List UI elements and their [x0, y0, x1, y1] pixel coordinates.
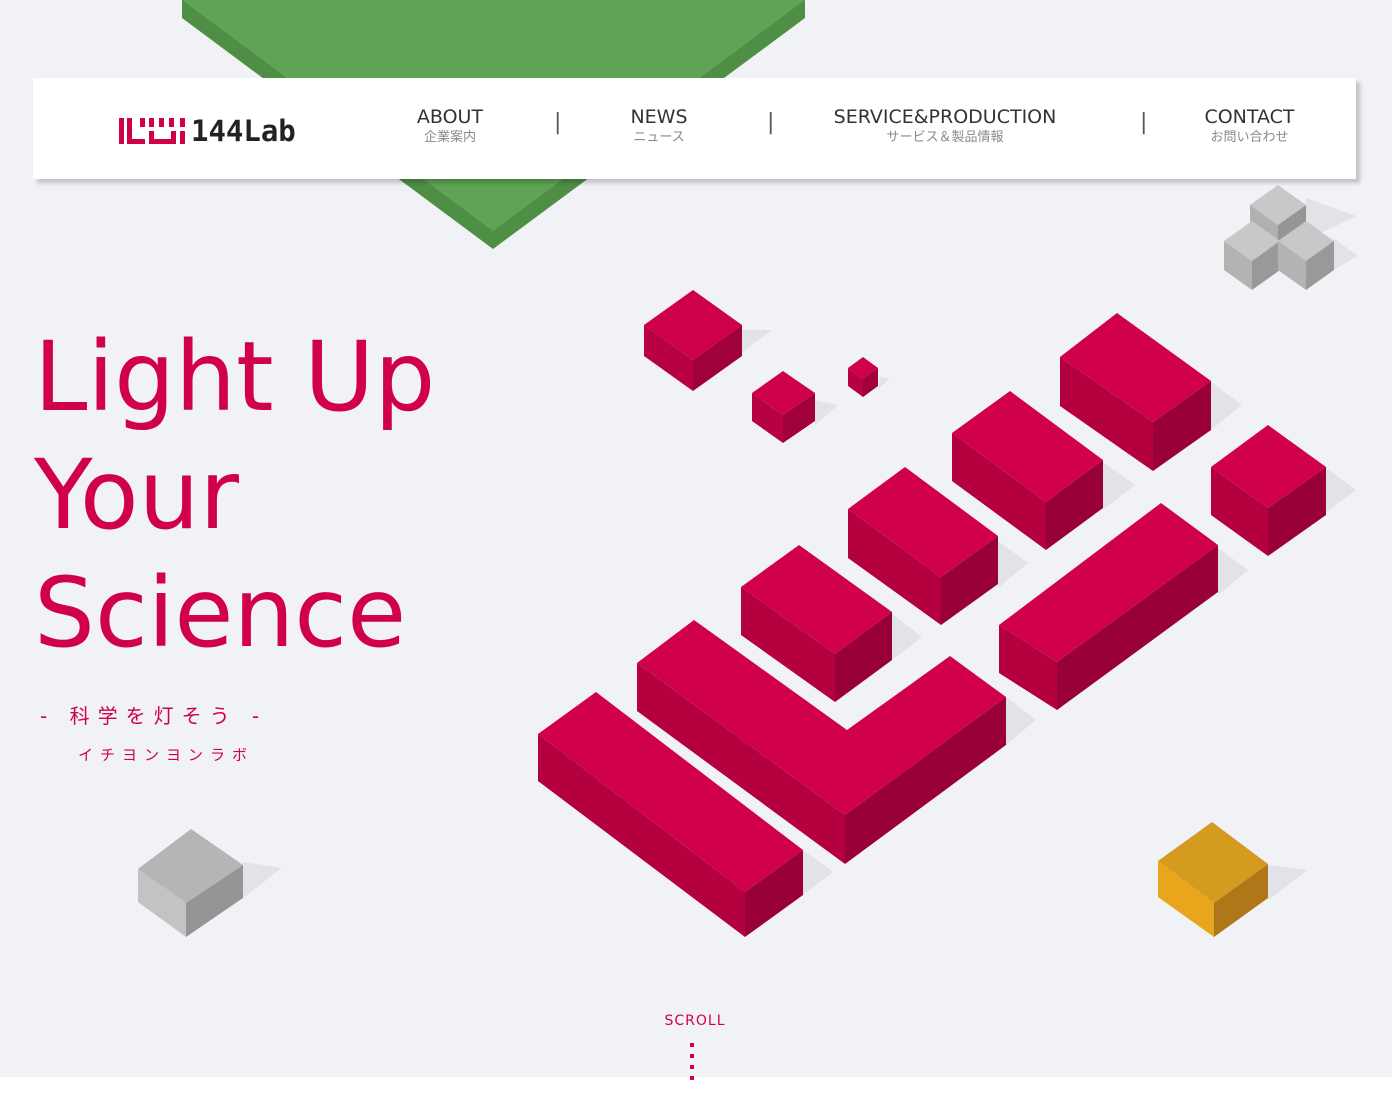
nav-about-sublabel: 企業案内	[423, 130, 476, 145]
dotted-line-icon	[690, 1043, 694, 1087]
nav-contact[interactable]: CONTACT お問い合わせ	[1197, 106, 1302, 147]
hero-headline: Light Up Your Science	[34, 318, 435, 672]
hero-tagline: - 科学を灯そう -	[40, 704, 268, 728]
nav-service-production[interactable]: SERVICE&PRODUCTION サービス＆製品情報	[825, 106, 1065, 147]
nav-about[interactable]: ABOUT 企業案内	[408, 106, 492, 147]
hero-reading: イチヨンヨンラボ	[78, 746, 255, 764]
nav-service-label: SERVICE&PRODUCTION	[833, 106, 1057, 128]
nav-contact-sublabel: お問い合わせ	[1210, 130, 1289, 145]
gold-cube	[1158, 822, 1268, 937]
gray-cube	[138, 829, 243, 937]
nav-about-label: ABOUT	[416, 106, 484, 128]
nav-news-label: NEWS	[630, 106, 688, 128]
hero-headline-line-3: Science	[34, 557, 407, 669]
small-crimson-cubes	[644, 290, 878, 443]
logo-link[interactable]: 144Lab	[119, 116, 296, 146]
scroll-label[interactable]: SCROLL	[660, 1013, 730, 1029]
nav-separator: |	[767, 110, 775, 135]
nav-separator: |	[554, 110, 562, 135]
hero-headline-line-1: Light Up	[34, 321, 436, 433]
144lab-logo-mark-icon	[119, 118, 185, 144]
site-header: 144Lab ABOUT 企業案内 | NEWS ニュース | SERVICE&…	[33, 78, 1356, 179]
logo-text: 144Lab	[191, 114, 296, 148]
gray-cube-cluster	[1224, 185, 1334, 290]
nav-news-sublabel: ニュース	[633, 130, 685, 145]
nav-separator: |	[1140, 110, 1148, 135]
nav-contact-label: CONTACT	[1204, 106, 1295, 128]
hero-headline-line-2: Your	[34, 439, 239, 551]
nav-service-sublabel: サービス＆製品情報	[886, 130, 1004, 145]
nav-news[interactable]: NEWS ニュース	[620, 106, 698, 147]
